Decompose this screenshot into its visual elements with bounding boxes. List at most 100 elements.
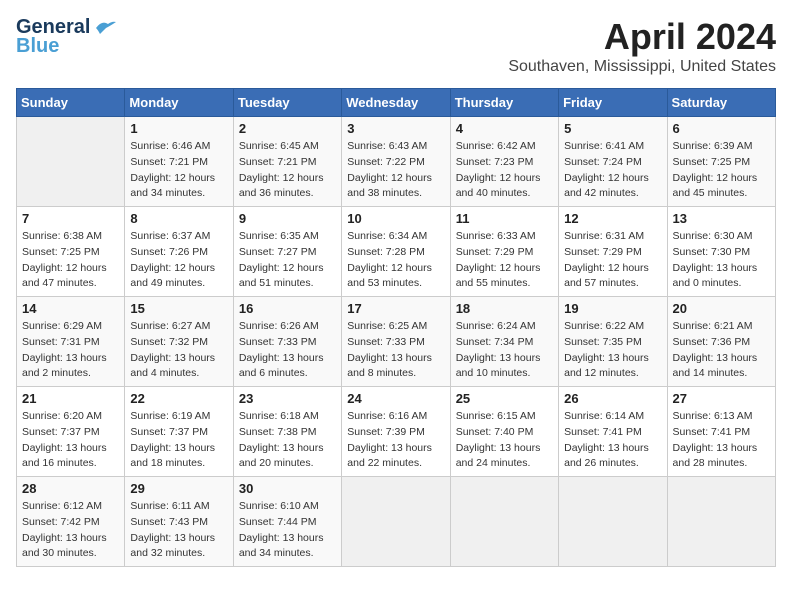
- day-number: 7: [22, 211, 119, 226]
- calendar-cell: [342, 477, 450, 567]
- weekday-header-thursday: Thursday: [450, 89, 558, 117]
- calendar-cell: 25 Sunrise: 6:15 AMSunset: 7:40 PMDayligh…: [450, 387, 558, 477]
- day-info: Sunrise: 6:35 AMSunset: 7:27 PMDaylight:…: [239, 229, 336, 292]
- weekday-header-friday: Friday: [559, 89, 667, 117]
- day-info: Sunrise: 6:45 AMSunset: 7:21 PMDaylight:…: [239, 139, 336, 202]
- day-number: 22: [130, 391, 227, 406]
- weekday-header-monday: Monday: [125, 89, 233, 117]
- calendar-cell: 21Sunrise: 6:20 AMSunset: 7:37 PMDayligh…: [17, 387, 125, 477]
- calendar-cell: 3 Sunrise: 6:43 AMSunset: 7:22 PMDaylight…: [342, 117, 450, 207]
- day-info: Sunrise: 6:27 AMSunset: 7:32 PMDaylight:…: [130, 319, 227, 382]
- day-info: Sunrise: 6:43 AMSunset: 7:22 PMDaylight:…: [347, 139, 444, 202]
- day-number: 20: [673, 301, 770, 316]
- day-info: Sunrise: 6:39 AMSunset: 7:25 PMDaylight:…: [673, 139, 770, 202]
- calendar-cell: 4Sunrise: 6:42 AMSunset: 7:23 PMDaylight…: [450, 117, 558, 207]
- page-header: General Blue April 2024 Southaven, Missi…: [16, 16, 776, 76]
- day-info: Sunrise: 6:37 AMSunset: 7:26 PMDaylight:…: [130, 229, 227, 292]
- day-number: 14: [22, 301, 119, 316]
- day-info: Sunrise: 6:12 AMSunset: 7:42 PMDaylight:…: [22, 499, 119, 562]
- day-number: 3: [347, 121, 444, 136]
- calendar-cell: 23Sunrise: 6:18 AMSunset: 7:38 PMDayligh…: [233, 387, 341, 477]
- day-number: 25: [456, 391, 553, 406]
- day-info: Sunrise: 6:33 AMSunset: 7:29 PMDaylight:…: [456, 229, 553, 292]
- calendar-cell: 19 Sunrise: 6:22 AMSunset: 7:35 PMDayligh…: [559, 297, 667, 387]
- day-number: 9: [239, 211, 336, 226]
- day-number: 17: [347, 301, 444, 316]
- day-info: Sunrise: 6:26 AMSunset: 7:33 PMDaylight:…: [239, 319, 336, 382]
- calendar-table: SundayMondayTuesdayWednesdayThursdayFrid…: [16, 88, 776, 567]
- calendar-cell: 7Sunrise: 6:38 AMSunset: 7:25 PMDaylight…: [17, 207, 125, 297]
- calendar-cell: 10 Sunrise: 6:34 AMSunset: 7:28 PMDayligh…: [342, 207, 450, 297]
- day-number: 24: [347, 391, 444, 406]
- calendar-week-1: 1Sunrise: 6:46 AMSunset: 7:21 PMDaylight…: [17, 117, 776, 207]
- day-info: Sunrise: 6:19 AMSunset: 7:37 PMDaylight:…: [130, 409, 227, 472]
- day-number: 11: [456, 211, 553, 226]
- day-number: 29: [130, 481, 227, 496]
- day-number: 19: [564, 301, 661, 316]
- day-info: Sunrise: 6:20 AMSunset: 7:37 PMDaylight:…: [22, 409, 119, 472]
- day-number: 6: [673, 121, 770, 136]
- day-number: 16: [239, 301, 336, 316]
- calendar-cell: 29 Sunrise: 6:11 AMSunset: 7:43 PMDayligh…: [125, 477, 233, 567]
- day-info: Sunrise: 6:10 AMSunset: 7:44 PMDaylight:…: [239, 499, 336, 562]
- calendar-cell: 30 Sunrise: 6:10 AMSunset: 7:44 PMDayligh…: [233, 477, 341, 567]
- calendar-week-2: 7Sunrise: 6:38 AMSunset: 7:25 PMDaylight…: [17, 207, 776, 297]
- day-info: Sunrise: 6:31 AMSunset: 7:29 PMDaylight:…: [564, 229, 661, 292]
- day-info: Sunrise: 6:42 AMSunset: 7:23 PMDaylight:…: [456, 139, 553, 202]
- day-number: 15: [130, 301, 227, 316]
- day-number: 27: [673, 391, 770, 406]
- title-block: April 2024 Southaven, Mississippi, Unite…: [508, 16, 776, 76]
- page-title: April 2024: [508, 16, 776, 58]
- calendar-cell: 2 Sunrise: 6:45 AMSunset: 7:21 PMDaylight…: [233, 117, 341, 207]
- calendar-week-4: 21Sunrise: 6:20 AMSunset: 7:37 PMDayligh…: [17, 387, 776, 477]
- day-number: 8: [130, 211, 227, 226]
- weekday-header-row: SundayMondayTuesdayWednesdayThursdayFrid…: [17, 89, 776, 117]
- calendar-cell: 13Sunrise: 6:30 AMSunset: 7:30 PMDayligh…: [667, 207, 775, 297]
- day-number: 5: [564, 121, 661, 136]
- day-number: 13: [673, 211, 770, 226]
- day-number: 12: [564, 211, 661, 226]
- day-info: Sunrise: 6:34 AMSunset: 7:28 PMDaylight:…: [347, 229, 444, 292]
- calendar-cell: 17Sunrise: 6:25 AMSunset: 7:33 PMDayligh…: [342, 297, 450, 387]
- calendar-cell: 11 Sunrise: 6:33 AMSunset: 7:29 PMDayligh…: [450, 207, 558, 297]
- calendar-cell: 18Sunrise: 6:24 AMSunset: 7:34 PMDayligh…: [450, 297, 558, 387]
- day-number: 1: [130, 121, 227, 136]
- day-info: Sunrise: 6:13 AMSunset: 7:41 PMDaylight:…: [673, 409, 770, 472]
- calendar-cell: 14 Sunrise: 6:29 AMSunset: 7:31 PMDayligh…: [17, 297, 125, 387]
- day-number: 2: [239, 121, 336, 136]
- calendar-cell: 16 Sunrise: 6:26 AMSunset: 7:33 PMDayligh…: [233, 297, 341, 387]
- day-info: Sunrise: 6:15 AMSunset: 7:40 PMDaylight:…: [456, 409, 553, 472]
- day-number: 10: [347, 211, 444, 226]
- day-info: Sunrise: 6:18 AMSunset: 7:38 PMDaylight:…: [239, 409, 336, 472]
- weekday-header-sunday: Sunday: [17, 89, 125, 117]
- day-info: Sunrise: 6:41 AMSunset: 7:24 PMDaylight:…: [564, 139, 661, 202]
- day-info: Sunrise: 6:29 AMSunset: 7:31 PMDaylight:…: [22, 319, 119, 382]
- calendar-cell: 6 Sunrise: 6:39 AMSunset: 7:25 PMDaylight…: [667, 117, 775, 207]
- day-info: Sunrise: 6:22 AMSunset: 7:35 PMDaylight:…: [564, 319, 661, 382]
- day-number: 30: [239, 481, 336, 496]
- weekday-header-saturday: Saturday: [667, 89, 775, 117]
- calendar-cell: 26 Sunrise: 6:14 AMSunset: 7:41 PMDayligh…: [559, 387, 667, 477]
- day-number: 28: [22, 481, 119, 496]
- day-info: Sunrise: 6:14 AMSunset: 7:41 PMDaylight:…: [564, 409, 661, 472]
- day-info: Sunrise: 6:21 AMSunset: 7:36 PMDaylight:…: [673, 319, 770, 382]
- calendar-cell: 1Sunrise: 6:46 AMSunset: 7:21 PMDaylight…: [125, 117, 233, 207]
- calendar-cell: 15 Sunrise: 6:27 AMSunset: 7:32 PMDayligh…: [125, 297, 233, 387]
- calendar-week-5: 28 Sunrise: 6:12 AMSunset: 7:42 PMDayligh…: [17, 477, 776, 567]
- day-number: 26: [564, 391, 661, 406]
- calendar-cell: [667, 477, 775, 567]
- logo-bird-icon: [94, 20, 116, 36]
- calendar-cell: 5 Sunrise: 6:41 AMSunset: 7:24 PMDaylight…: [559, 117, 667, 207]
- calendar-cell: 12 Sunrise: 6:31 AMSunset: 7:29 PMDayligh…: [559, 207, 667, 297]
- calendar-cell: 8 Sunrise: 6:37 AMSunset: 7:26 PMDaylight…: [125, 207, 233, 297]
- calendar-cell: 24Sunrise: 6:16 AMSunset: 7:39 PMDayligh…: [342, 387, 450, 477]
- calendar-cell: 27 Sunrise: 6:13 AMSunset: 7:41 PMDayligh…: [667, 387, 775, 477]
- logo-blue: Blue: [16, 35, 59, 58]
- calendar-cell: 28 Sunrise: 6:12 AMSunset: 7:42 PMDayligh…: [17, 477, 125, 567]
- day-info: Sunrise: 6:11 AMSunset: 7:43 PMDaylight:…: [130, 499, 227, 562]
- calendar-cell: 22 Sunrise: 6:19 AMSunset: 7:37 PMDayligh…: [125, 387, 233, 477]
- calendar-cell: 20 Sunrise: 6:21 AMSunset: 7:36 PMDayligh…: [667, 297, 775, 387]
- weekday-header-wednesday: Wednesday: [342, 89, 450, 117]
- weekday-header-tuesday: Tuesday: [233, 89, 341, 117]
- day-info: Sunrise: 6:24 AMSunset: 7:34 PMDaylight:…: [456, 319, 553, 382]
